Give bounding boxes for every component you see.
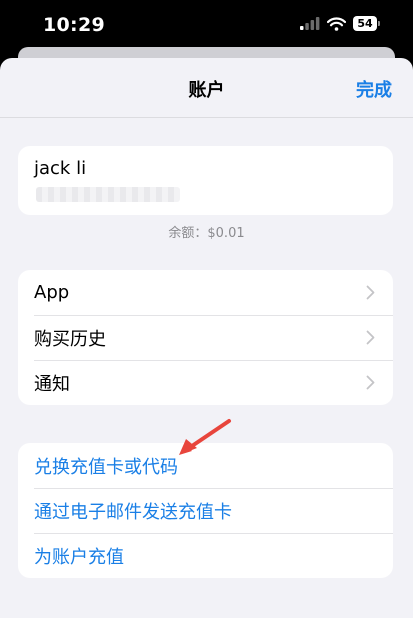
nav-bar: 账户 完成 — [0, 58, 413, 118]
balance-text: 余额：$0.01 — [168, 226, 245, 241]
menu-group-1: App 购买历史 通知 — [18, 270, 393, 405]
status-icons: 54 — [300, 16, 380, 31]
battery-icon: 54 — [353, 16, 380, 31]
battery-level: 54 — [353, 16, 377, 31]
send-gift-card-email-link[interactable]: 通过电子邮件发送充值卡 — [18, 488, 393, 533]
menu-item-apps[interactable]: App — [18, 270, 393, 315]
menu-item-label: 为账户充值 — [34, 546, 124, 568]
status-time: 10:29 — [43, 14, 105, 36]
status-bar: 10:29 54 — [0, 0, 413, 48]
menu-item-notifications[interactable]: 通知 — [18, 360, 393, 405]
account-card[interactable]: jack li — [18, 146, 393, 215]
add-funds-link[interactable]: 为账户充值 — [18, 533, 393, 578]
menu-item-label: 通过电子邮件发送充值卡 — [34, 501, 232, 523]
annotation-arrow-icon — [179, 419, 231, 455]
wifi-icon — [327, 16, 346, 31]
menu-item-label: 购买历史 — [34, 328, 106, 350]
account-name: jack li — [34, 158, 87, 179]
cellular-signal-icon — [300, 17, 320, 30]
chevron-right-icon — [366, 285, 375, 300]
page-title: 账户 — [188, 80, 225, 101]
menu-item-label: 兑换充值卡或代码 — [34, 456, 178, 478]
account-email-redacted — [36, 187, 180, 202]
menu-item-label: 通知 — [34, 373, 70, 395]
menu-group-2: 兑换充值卡或代码 通过电子邮件发送充值卡 为账户充值 — [18, 443, 393, 578]
done-button[interactable]: 完成 — [356, 76, 392, 102]
chevron-right-icon — [366, 375, 375, 390]
account-sheet: 账户 完成 jack li 余额：$0.01 App 购买历史 通知 兑换充值卡… — [0, 58, 413, 618]
menu-item-label: App — [34, 282, 70, 303]
chevron-right-icon — [366, 330, 375, 345]
menu-item-purchase-history[interactable]: 购买历史 — [18, 315, 393, 360]
